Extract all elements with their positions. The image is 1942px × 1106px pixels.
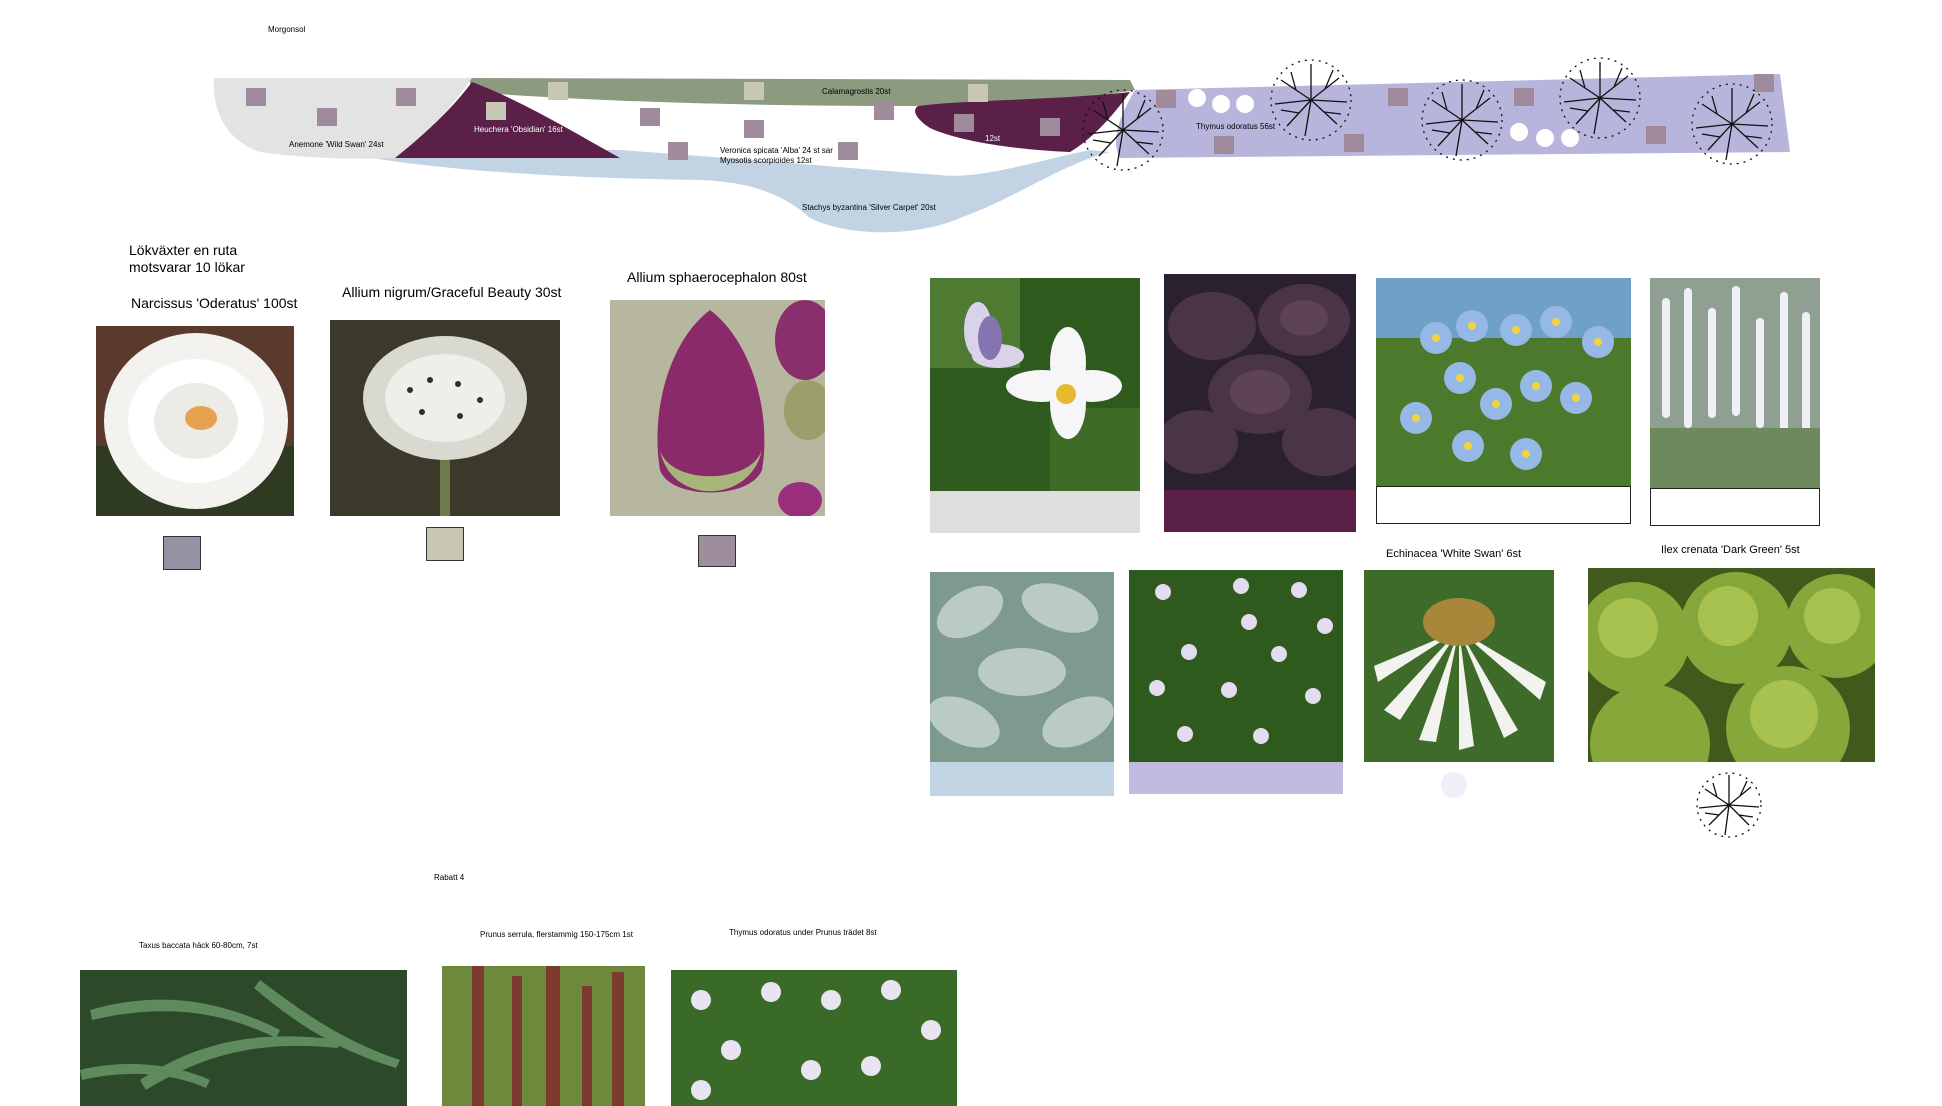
taxus-photo [80,970,407,1106]
ilex-photo [1588,568,1875,762]
planting-plan [213,57,1790,233]
taxus-label: Taxus baccata häck 60-80cm, 7st [139,941,258,950]
allium-nigrum-swatch [426,527,464,561]
stachys-color-bar [930,762,1114,796]
myosotis-plan-label: Myosotis scorpioides 12st [720,156,812,165]
echinacea-label: Echinacea 'White Swan' 6st [1386,548,1522,560]
bulb-note-line1: Lökväxter en ruta [129,242,238,258]
rabatt4-title: Rabatt 4 [434,873,465,882]
heuchera-plan-label: Heuchera 'Obsidian' 16st [474,125,563,134]
twelve-plan-label: 12st [985,134,1001,143]
myosotis-color-bar [1376,486,1631,524]
ilex-tree-icon [1696,772,1762,838]
stachys-plan-label: Stachys byzantina 'Silver Carpet' 20st [802,203,936,212]
anemone-plan-label: Anemone 'Wild Swan' 24st [289,140,384,149]
thymus-plan-label: Thymus odoratus 56st [1196,122,1276,131]
calamagrostis-plan-label: Calamagrostis 20st [822,87,891,96]
echinacea-dot [1441,772,1467,798]
ilex-label: Ilex crenata 'Dark Green' 5st [1661,544,1800,556]
allium-nigrum-photo [330,320,560,516]
veronica-color-bar [1650,488,1820,526]
thymus-under-label: Thymus odoratus under Prunus trädet 8st [729,928,877,937]
anemone-color-bar [930,491,1140,533]
allium-sphaero-swatch [698,535,736,567]
veronica-plan-label: Veronica spicata 'Alba' 24 st sar [720,146,833,155]
allium-nigrum-label: Allium nigrum/Graceful Beauty 30st [342,284,562,300]
thymus-under-photo [671,970,957,1106]
allium-sphaero-label: Allium sphaerocephalon 80st [627,269,807,285]
heuchera-color-bar [1164,490,1356,532]
allium-sphaero-photo [610,300,825,516]
prunus-label: Prunus serrula, flerstammig 150-175cm 1s… [480,930,633,939]
thymus-color-bar [1129,762,1343,794]
narcissus-photo [96,326,294,516]
veronica-photo [1650,278,1820,488]
thymus-photo [1129,570,1343,762]
bulb-note-line2: motsvarar 10 lökar [129,259,245,275]
myosotis-photo [1376,278,1631,486]
narcissus-label: Narcissus 'Oderatus' 100st [131,295,298,311]
anemone-photo [930,278,1140,491]
heuchera-photo [1164,274,1356,490]
narcissus-swatch [163,536,201,570]
echinacea-photo [1364,570,1554,762]
prunus-photo [442,966,645,1106]
stachys-photo [930,572,1114,762]
